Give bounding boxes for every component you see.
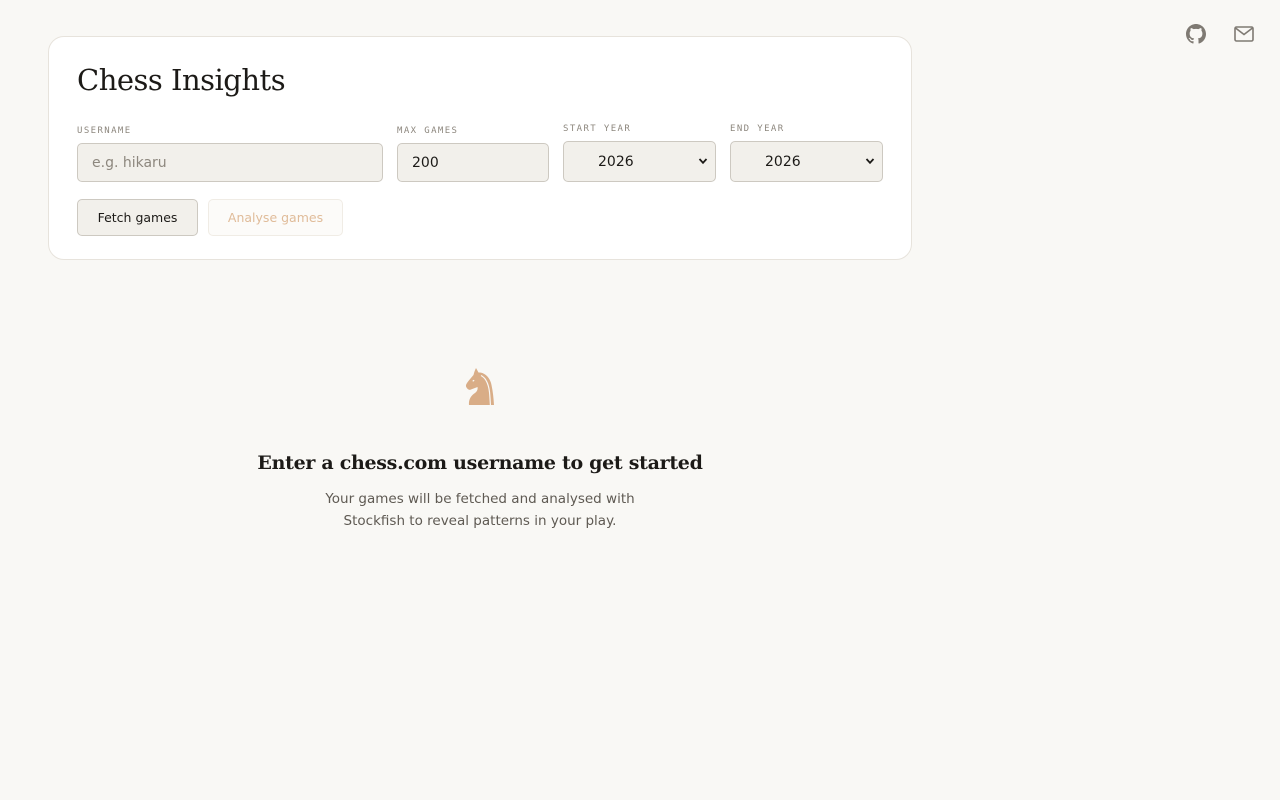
empty-state-title: Enter a chess.com username to get starte…: [257, 452, 703, 474]
fetch-games-button[interactable]: Fetch games: [77, 199, 198, 236]
username-input[interactable]: [77, 143, 383, 182]
page: Chess Insights USERNAME MAX GAMES START …: [0, 0, 1280, 800]
start-year-label: START YEAR: [563, 124, 632, 134]
header-links: [1186, 22, 1254, 46]
search-card: Chess Insights USERNAME MAX GAMES START …: [48, 36, 912, 260]
end-year-field: END YEAR 2026: [730, 123, 883, 182]
username-label: USERNAME: [77, 126, 132, 136]
max-games-input[interactable]: [397, 143, 549, 182]
max-games-field: MAX GAMES: [397, 125, 549, 182]
start-year-select[interactable]: 2026: [563, 141, 716, 182]
username-field: USERNAME: [77, 125, 383, 182]
analyse-games-button[interactable]: Analyse games: [208, 199, 343, 236]
mail-icon[interactable]: [1234, 22, 1254, 46]
github-icon[interactable]: [1186, 22, 1206, 46]
knight-icon: [465, 368, 494, 406]
start-year-field: START YEAR 2026: [563, 123, 716, 182]
empty-state-text: Your games will be fetched and analysed …: [325, 491, 635, 529]
end-year-label: END YEAR: [730, 124, 785, 134]
max-games-label: MAX GAMES: [397, 126, 459, 136]
empty-state: Enter a chess.com username to get starte…: [240, 366, 720, 532]
page-title: Chess Insights: [77, 63, 286, 97]
end-year-select[interactable]: 2026: [730, 141, 883, 182]
